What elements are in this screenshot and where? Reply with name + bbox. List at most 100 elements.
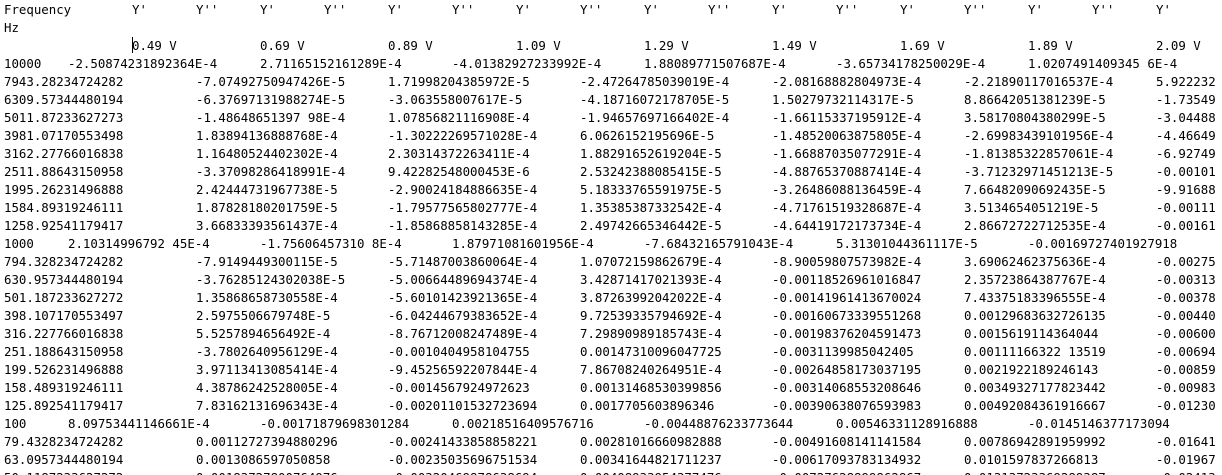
text-cursor [132, 37, 133, 53]
value-cell: -0.01230 [1156, 398, 1216, 413]
value-cell: 5.5257894656492E-4 [196, 326, 331, 341]
value-cell: 0.00147310096047725 [580, 344, 722, 359]
value-cell: -0.00617093783134932 [772, 452, 922, 467]
header-y-label: Y'' [324, 2, 347, 17]
frequency-cell: 5011.87233627273 [4, 110, 124, 125]
value-cell: 1.07856821116908E-4 [388, 110, 530, 125]
value-cell: 1.0207491409345 6E-4 [1028, 56, 1178, 71]
value-cell: 0.00408933954377476 [580, 469, 722, 475]
frequency-cell: 158.489319246111 [4, 380, 124, 395]
value-cell: -1.81385322857061E-4 [964, 146, 1114, 161]
frequency-cell: 1000 [4, 236, 34, 251]
value-cell: 8.09753441146661E-4 [68, 416, 210, 431]
voltage-label: 1.49 V [772, 38, 817, 53]
header-y-label: Y' [1028, 2, 1043, 17]
frequency-cell: 100 [4, 416, 27, 431]
value-cell: -5.00664489694374E-4 [388, 272, 538, 287]
value-cell: 0.0013086597050858 [196, 452, 331, 467]
frequency-cell: 10000 [4, 56, 42, 71]
value-cell: -9.91688 [1156, 182, 1216, 197]
value-cell: 0.00349327177823442 [964, 380, 1106, 395]
value-cell: 3.97113413085414E-4 [196, 362, 338, 377]
value-cell: 1.71998204385972E-5 [388, 74, 530, 89]
value-cell: 1.87828180201759E-5 [196, 200, 338, 215]
voltage-label: 1.89 V [1028, 38, 1073, 53]
value-cell: -0.00235035696751534 [388, 452, 538, 467]
value-cell: -3.71232971451213E-5 [964, 164, 1114, 179]
frequency-cell: 251.188643150958 [4, 344, 124, 359]
value-cell: -0.00201101532723694 [388, 398, 538, 413]
value-cell: -0.00111 [1156, 200, 1216, 215]
value-cell: -0.0145146377173094 [1028, 416, 1170, 431]
value-cell: -4.18716072178705E-5 [580, 92, 730, 107]
frequency-cell: 794.328234724282 [4, 254, 124, 269]
value-cell: 0.0017705603896346 [580, 398, 715, 413]
value-cell: 3.42871417021393E-4 [580, 272, 722, 287]
frequency-cell: 2511.88643150958 [4, 164, 124, 179]
units-row: Hz [0, 19, 30, 37]
value-cell: -1.73549 [1156, 92, 1216, 107]
value-cell: -0.00161 [1156, 218, 1216, 233]
value-cell: 1.88089771507687E-4 [644, 56, 786, 71]
value-cell: 9.42282548000453E-6 [388, 164, 530, 179]
value-cell: 3.66833393561437E-4 [196, 218, 338, 233]
value-cell: -0.00600 [1156, 326, 1216, 341]
value-cell: -7.07492750947426E-5 [196, 74, 346, 89]
value-cell: -2.90024184886635E-4 [388, 182, 538, 197]
value-cell: -3.37098286418991E-4 [196, 164, 346, 179]
value-cell: -0.00983 [1156, 380, 1216, 395]
value-cell: 3.87263992042022E-4 [580, 290, 722, 305]
value-cell: -3.063558007617E-5 [388, 92, 523, 107]
value-cell: 2.49742665346442E-5 [580, 218, 722, 233]
value-cell: -0.00440 [1156, 308, 1216, 323]
value-cell: 2.53242388085415E-5 [580, 164, 722, 179]
voltage-label: 0.69 V [260, 38, 305, 53]
value-cell: 1.35868658730558E-4 [196, 290, 338, 305]
value-cell: -8.90059807573982E-4 [772, 254, 922, 269]
value-cell: -0.00264858173037195 [772, 362, 922, 377]
value-cell: 0.00183727800764976 [196, 469, 338, 475]
header-y-label: Y' [900, 2, 915, 17]
value-cell: -0.0010404958104755 [388, 344, 530, 359]
value-cell: -3.7802640956129E-4 [196, 344, 338, 359]
header-y-label: Y'' [1092, 2, 1115, 17]
frequency-cell: 50.1187233627272 [4, 469, 123, 475]
voltage-label: 2.09 V [1156, 38, 1201, 53]
value-cell: -0.00314068553208646 [772, 380, 922, 395]
value-cell: -1.30222269571028E-4 [388, 128, 538, 143]
value-cell: -3.26486088136459E-4 [772, 182, 922, 197]
value-cell: -1.66115337195912E-4 [772, 110, 922, 125]
value-cell: 0.0015619114364044 [964, 326, 1099, 341]
value-cell: 7.83162131696343E-4 [196, 398, 338, 413]
text-editor-area[interactable]: Frequency Y' Y'' Y' Y'' Y' Y'' Y' Y'' Y' Y'' Y' Y'' Y… [0, 0, 1222, 475]
value-cell: 1.87971081601956E-4 [452, 236, 594, 251]
header-y-label: Y'' [580, 2, 603, 17]
voltage-label: 0.49 V [132, 38, 177, 53]
value-cell: 0.01313723369289387 [964, 469, 1106, 475]
value-cell: 1.16480524402302E-4 [196, 146, 338, 161]
value-cell: -1.79577565802777E-4 [388, 200, 538, 215]
frequency-cell: 7943.28234724282 [4, 74, 124, 89]
frequency-cell: 3162.27766016838 [4, 146, 124, 161]
header-y-label: Y' [1156, 2, 1171, 17]
value-cell: 0.00111166322 13519 [964, 344, 1106, 359]
value-cell: -1.48648651397 98E-4 [196, 110, 346, 125]
value-cell: -6.04244679383652E-4 [388, 308, 538, 323]
value-cell: -2.69983439101956E-4 [964, 128, 1114, 143]
value-cell: 8.86642051381239E-5 [964, 92, 1106, 107]
value-cell: 3.5134654051219E-5 [964, 200, 1099, 215]
frequency-cell: 1258.92541179417 [4, 218, 124, 233]
value-cell: 0.00129683632726135 [964, 308, 1106, 323]
value-cell: -2.50874231892364E-4 [68, 56, 218, 71]
voltage-label: 1.29 V [644, 38, 689, 53]
value-cell: -0.00313 [1156, 272, 1216, 287]
frequency-cell: 1995.26231496888 [4, 182, 124, 197]
value-cell: 4.38786242528005E-4 [196, 380, 338, 395]
value-cell: -1.48520063875805E-4 [772, 128, 922, 143]
header-y-label: Y'' [708, 2, 731, 17]
voltage-label: 1.69 V [900, 38, 945, 53]
value-cell: 0.00492084361916667 [964, 398, 1106, 413]
header-y-label: Y' [516, 2, 531, 17]
value-cell: -1.85868858143285E-4 [388, 218, 538, 233]
value-cell: 0.00218516409576716 [452, 416, 594, 431]
